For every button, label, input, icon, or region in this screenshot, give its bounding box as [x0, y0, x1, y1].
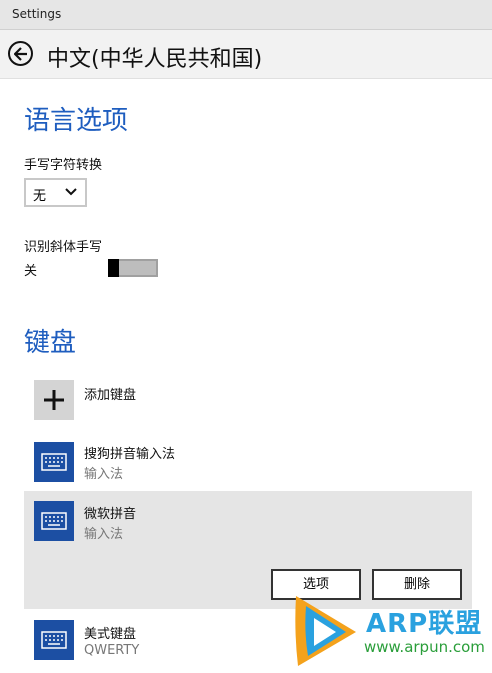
italic-recognition-state: 关	[24, 264, 38, 279]
add-tile	[34, 380, 74, 420]
back-button[interactable]	[8, 41, 33, 66]
italic-recognition-toggle[interactable]	[108, 259, 158, 277]
handwriting-conversion-label: 手写字符转换	[24, 158, 103, 173]
arp-logo-icon	[295, 596, 356, 666]
page-header: 中文(中华人民共和国)	[0, 30, 492, 79]
window-title: Settings	[12, 7, 62, 21]
keyboard-icon	[41, 453, 67, 471]
add-keyboard-label: 添加键盘	[84, 388, 137, 403]
plus-icon	[44, 390, 64, 410]
watermark-url: www.arpun.com	[364, 638, 485, 656]
keyboard-type: 输入法	[84, 467, 124, 482]
window-titlebar: Settings	[0, 0, 492, 30]
arrow-left-icon	[13, 46, 27, 61]
add-keyboard-button[interactable]: 添加键盘	[24, 372, 472, 432]
keyboard-type: 输入法	[84, 527, 124, 542]
keyboard-icon	[41, 512, 67, 530]
keyboard-tile	[34, 442, 74, 482]
keyboard-tile	[34, 501, 74, 541]
toggle-knob	[108, 259, 119, 277]
delete-button[interactable]: 删除	[372, 569, 462, 600]
keyboard-name: 微软拼音	[84, 507, 137, 522]
keyboard-name: 搜狗拼音输入法	[84, 447, 176, 462]
keyboard-heading: 键盘	[24, 328, 77, 358]
keyboard-icon	[41, 631, 67, 649]
keyboard-type: QWERTY	[84, 643, 140, 658]
chevron-down-icon	[65, 188, 77, 196]
handwriting-conversion-value: 无	[33, 189, 47, 204]
watermark-brand: ARP联盟	[366, 609, 483, 639]
keyboard-item-microsoft-pinyin[interactable]: 微软拼音 输入法	[24, 491, 472, 551]
language-options-heading: 语言选项	[24, 106, 129, 136]
italic-recognition-label: 识别斜体手写	[24, 240, 103, 255]
handwriting-conversion-select[interactable]: 无	[24, 178, 87, 207]
keyboard-tile	[34, 620, 74, 660]
keyboard-name: 美式键盘	[84, 627, 137, 642]
keyboard-item-sogou[interactable]: 搜狗拼音输入法 输入法	[24, 432, 472, 492]
page-title: 中文(中华人民共和国)	[47, 47, 263, 72]
